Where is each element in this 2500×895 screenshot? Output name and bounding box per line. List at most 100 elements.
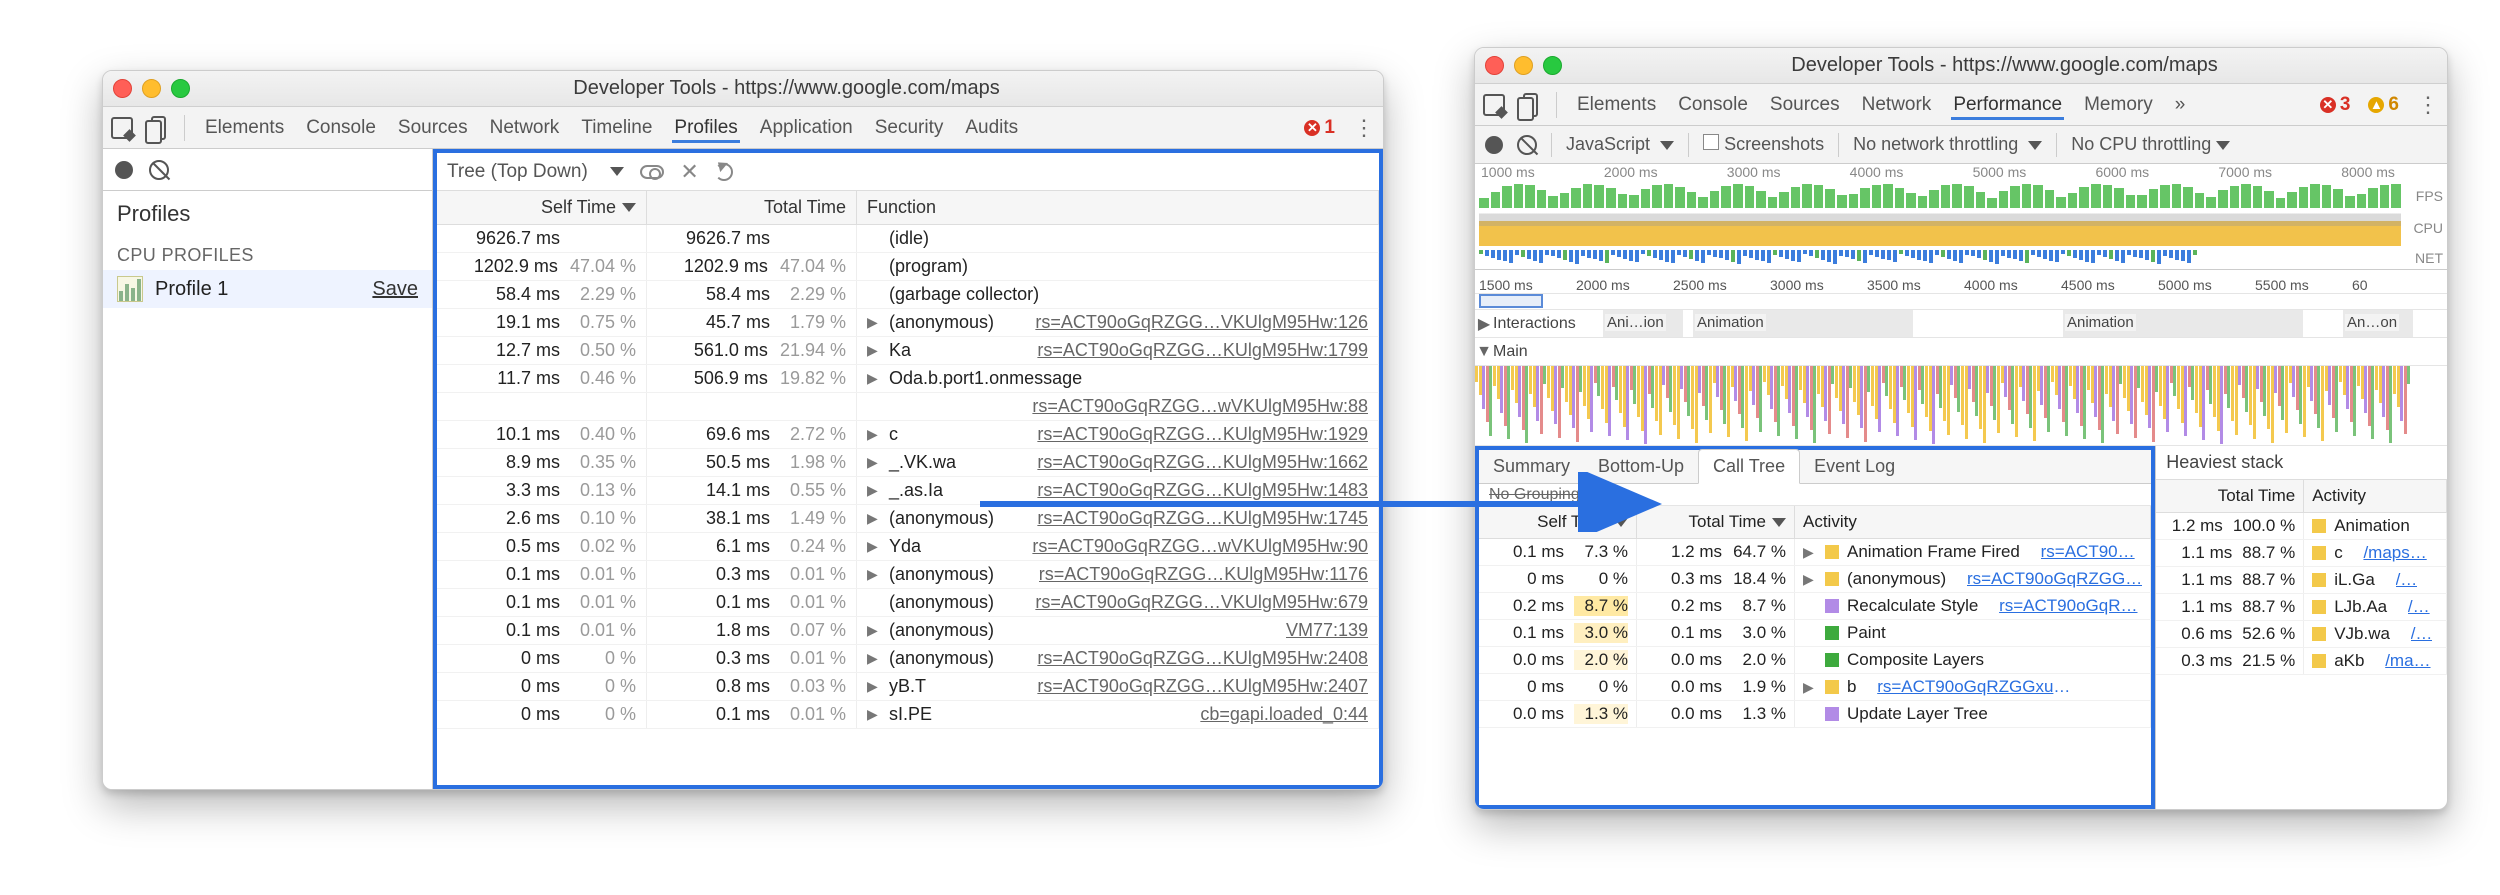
col-total-time[interactable]: Total Time (1637, 506, 1795, 538)
col-activity[interactable]: Activity (2304, 480, 2447, 512)
source-link[interactable]: rs=ACT90oGqRZGG…KUlgM95Hw:1176 (1039, 564, 1368, 585)
tab-sources[interactable]: Sources (1768, 90, 1842, 120)
disclose-icon[interactable]: ▼ (1475, 343, 1493, 361)
tab-eventlog[interactable]: Event Log (1800, 450, 1909, 483)
tree-row[interactable]: 1202.9 ms47.04 %1202.9 ms47.04 %(program… (437, 253, 1379, 281)
source-link[interactable]: rs=ACT90oGqRZGG…KUlgM95Hw:1483 (1037, 480, 1368, 501)
kebab-icon[interactable]: ⋮ (2417, 92, 2439, 118)
heaviest-row[interactable]: 1.1 ms88.7 %LJb.Aa /… (2156, 594, 2447, 621)
tree-row[interactable]: 58.4 ms2.29 %58.4 ms2.29 %(garbage colle… (437, 281, 1379, 309)
profile-save-link[interactable]: Save (372, 278, 418, 301)
source-link[interactable]: /… (2408, 597, 2430, 617)
col-total-time[interactable]: Total Time (647, 191, 857, 224)
device-icon[interactable] (1523, 93, 1538, 117)
source-link[interactable]: rs=ACT90oGqRZGGxuWo-z8B… (1877, 677, 2077, 697)
heaviest-body[interactable]: 1.2 ms100.0 %Animation1.1 ms88.7 %c /map… (2156, 513, 2447, 675)
script-filter-dropdown[interactable]: JavaScript (1566, 134, 1674, 155)
interactions-section[interactable]: ▶ Interactions Ani…ion Animation Animati… (1475, 310, 2447, 338)
source-link[interactable]: rs=ACT90oGqRZGG…VKUlgM95Hw:126 (1035, 312, 1368, 333)
delete-icon[interactable]: ✕ (680, 159, 698, 185)
source-link[interactable]: rs=ACT90oGqRZGG…wVKUlgM95Hw:88 (1032, 396, 1368, 417)
error-badge[interactable]: ✕3 (2320, 94, 2351, 116)
tab-elements[interactable]: Elements (203, 113, 286, 143)
tab-application[interactable]: Application (758, 113, 855, 143)
focus-icon[interactable] (640, 165, 664, 179)
refresh-icon[interactable] (715, 163, 733, 181)
calltree-body[interactable]: 0.1 ms7.3 %1.2 ms64.7 %▶Animation Frame … (1479, 539, 2151, 805)
tab-memory[interactable]: Memory (2082, 90, 2155, 120)
source-link[interactable]: /maps… (2363, 543, 2426, 563)
source-link[interactable]: rs=ACT90oGqRZGG…wVKUlgM95Hw:90 (1032, 536, 1368, 557)
tab-calltree[interactable]: Call Tree (1698, 449, 1800, 484)
clear-icon[interactable] (1517, 135, 1537, 155)
source-link[interactable]: rs=ACT90oGqRZGG…KUlgM95Hw:1662 (1037, 452, 1368, 473)
tree-row[interactable]: 19.1 ms0.75 %45.7 ms1.79 %▶(anonymous)rs… (437, 309, 1379, 337)
heaviest-row[interactable]: 1.1 ms88.7 %c /maps… (2156, 540, 2447, 567)
heaviest-row[interactable]: 0.6 ms52.6 %VJb.wa /… (2156, 621, 2447, 648)
calltree-row[interactable]: 0 ms0 %0.0 ms1.9 %▶b rs=ACT90oGqRZGGxuWo… (1479, 674, 2151, 701)
tree-row[interactable]: 0 ms0 %0.3 ms0.01 %▶(anonymous)rs=ACT90o… (437, 645, 1379, 673)
tree-row[interactable]: 0.1 ms0.01 %1.8 ms0.07 %▶(anonymous)VM77… (437, 617, 1379, 645)
calltree-row[interactable]: 0.0 ms2.0 %0.0 ms2.0 %Composite Layers (1479, 647, 2151, 674)
source-link[interactable]: /… (2411, 624, 2433, 644)
tree-body[interactable]: 9626.7 ms9626.7 ms(idle)1202.9 ms47.04 %… (437, 225, 1379, 785)
source-link[interactable]: rs=ACT90oGqRZGG…KUlgM95Hw:2408 (1037, 648, 1368, 669)
timeline-selection-track[interactable] (1475, 294, 2447, 310)
tree-row[interactable]: 9626.7 ms9626.7 ms(idle) (437, 225, 1379, 253)
col-function[interactable]: Function (857, 191, 1379, 224)
tree-row[interactable]: 2.6 ms0.10 %38.1 ms1.49 %▶(anonymous)rs=… (437, 505, 1379, 533)
source-link[interactable]: rs=ACT90oGqRZGG…KUlgM95Hw:1799 (1037, 340, 1368, 361)
tab-sources[interactable]: Sources (396, 113, 470, 143)
selection-box[interactable] (1479, 294, 1543, 308)
minimize-icon[interactable] (142, 79, 161, 98)
source-link[interactable]: rs=ACT90oGqRZGG… (1967, 569, 2142, 589)
timeline-ruler[interactable]: 1500 ms2000 ms2500 ms3000 ms3500 ms4000 … (1475, 270, 2447, 294)
flame-chart[interactable] (1475, 366, 2447, 446)
tab-audits[interactable]: Audits (963, 113, 1020, 143)
inspect-icon[interactable] (1483, 94, 1505, 116)
calltree-row[interactable]: 0.0 ms1.3 %0.0 ms1.3 %Update Layer Tree (1479, 701, 2151, 728)
tab-console[interactable]: Console (1676, 90, 1750, 120)
net-throttle-dropdown[interactable]: No network throttling (1853, 134, 2042, 155)
cpu-throttle-dropdown[interactable]: No CPU throttling (2071, 134, 2230, 155)
grouping-dropdown[interactable]: No Grouping (1479, 484, 2151, 506)
col-self-time[interactable]: Self Time (1479, 506, 1637, 538)
close-icon[interactable] (1485, 56, 1504, 75)
source-link[interactable]: /… (2396, 570, 2418, 590)
minimize-icon[interactable] (1514, 56, 1533, 75)
tab-network[interactable]: Network (488, 113, 562, 143)
col-activity[interactable]: Activity (1795, 506, 2151, 538)
tree-row[interactable]: 0 ms0 %0.1 ms0.01 %▶sI.PEcb=gapi.loaded_… (437, 701, 1379, 729)
col-total-time[interactable]: Total Time (2156, 480, 2304, 512)
tree-row[interactable]: 0.1 ms0.01 %0.1 ms0.01 %(anonymous)rs=AC… (437, 589, 1379, 617)
heaviest-row[interactable]: 1.2 ms100.0 %Animation (2156, 513, 2447, 540)
disclose-icon[interactable]: ▶ (1475, 314, 1493, 334)
tab-elements[interactable]: Elements (1575, 90, 1658, 120)
tree-row[interactable]: 8.9 ms0.35 %50.5 ms1.98 %▶_.VK.wars=ACT9… (437, 449, 1379, 477)
heaviest-row[interactable]: 1.1 ms88.7 %iL.Ga /… (2156, 567, 2447, 594)
inspect-icon[interactable] (111, 117, 133, 139)
record-icon[interactable] (1485, 136, 1503, 154)
error-badge[interactable]: ✕1 (1304, 117, 1335, 139)
calltree-row[interactable]: 0.1 ms3.0 %0.1 ms3.0 %Paint (1479, 620, 2151, 647)
calltree-row[interactable]: 0 ms0 %0.3 ms18.4 %▶(anonymous) rs=ACT90… (1479, 566, 2151, 593)
source-link[interactable]: VM77:139 (1286, 620, 1368, 641)
tab-security[interactable]: Security (873, 113, 946, 143)
tab-timeline[interactable]: Timeline (579, 113, 654, 143)
warning-badge[interactable]: ▲6 (2368, 94, 2399, 116)
tree-row[interactable]: 0.1 ms0.01 %0.3 ms0.01 %▶(anonymous)rs=A… (437, 561, 1379, 589)
device-icon[interactable] (151, 116, 166, 140)
clear-icon[interactable] (149, 160, 169, 180)
zoom-icon[interactable] (1543, 56, 1562, 75)
source-link[interactable]: /ma… (2385, 651, 2430, 671)
tab-network[interactable]: Network (1860, 90, 1934, 120)
tab-bottomup[interactable]: Bottom-Up (1584, 450, 1698, 483)
tab-performance[interactable]: Performance (1951, 90, 2064, 120)
source-link[interactable]: rs=ACT90oGqRZGG…KUlgM95Hw:2407 (1037, 676, 1368, 697)
tab-summary[interactable]: Summary (1479, 450, 1584, 483)
close-icon[interactable] (113, 79, 132, 98)
source-link[interactable]: rs=ACT90… (2041, 542, 2135, 562)
calltree-row[interactable]: 0.2 ms8.7 %0.2 ms8.7 %Recalculate Style … (1479, 593, 2151, 620)
main-section[interactable]: ▼ Main (1475, 338, 2447, 366)
zoom-icon[interactable] (171, 79, 190, 98)
